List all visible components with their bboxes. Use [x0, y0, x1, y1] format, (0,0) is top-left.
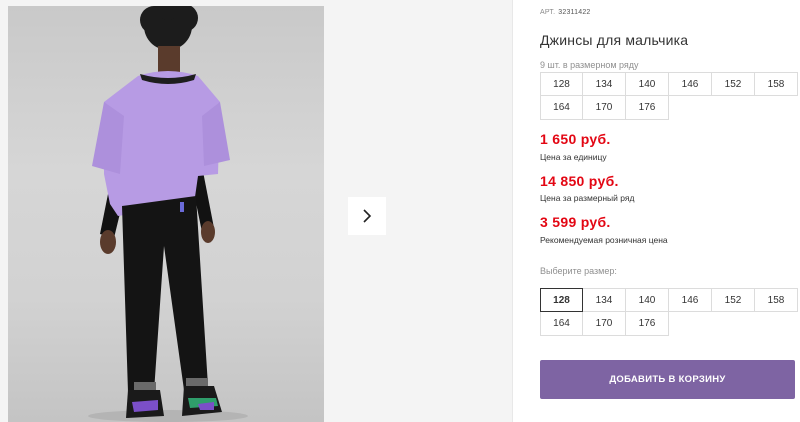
size-row-cell: 128 [540, 72, 583, 96]
sku-value: 32311422 [558, 9, 591, 16]
size-option-152[interactable]: 152 [712, 288, 755, 312]
unit-price: 1 650 руб. [540, 131, 611, 147]
size-row-cell: 158 [755, 72, 798, 96]
size-option-128[interactable]: 128 [540, 288, 583, 312]
product-photo[interactable] [8, 6, 324, 422]
size-row-cell: 152 [712, 72, 755, 96]
size-option-146[interactable]: 146 [669, 288, 712, 312]
sku-label: арт. [540, 9, 556, 16]
size-row-cell: 170 [583, 96, 626, 120]
retail-price: 3 599 руб. [540, 214, 611, 230]
boy-in-jeans-illustration [88, 6, 248, 422]
row-price: 14 850 руб. [540, 173, 619, 189]
retail-price-label: Рекомендуемая розничная цена [540, 235, 668, 245]
product-title: Джинсы для мальчика [540, 32, 689, 48]
size-option-170[interactable]: 170 [583, 312, 626, 336]
size-option-140[interactable]: 140 [626, 288, 669, 312]
add-to-cart-button[interactable]: Добавить в корзину [540, 360, 795, 399]
product-info: арт. 32311422 Джинсы для мальчика 9 шт. в… [540, 0, 800, 422]
size-option-164[interactable]: 164 [540, 312, 583, 336]
row-price-label: Цена за размерный ряд [540, 193, 635, 203]
size-option-158[interactable]: 158 [755, 288, 798, 312]
size-option-134[interactable]: 134 [583, 288, 626, 312]
size-row-grid: 128 134 140 146 152 158 164 170 176 [540, 72, 798, 120]
choose-size-label: Выберите размер: [540, 266, 617, 276]
sku: арт. 32311422 [540, 9, 591, 16]
size-row-cell: 146 [669, 72, 712, 96]
size-row-cell: 164 [540, 96, 583, 120]
size-selector: 128 134 140 146 152 158 164 170 176 [540, 288, 798, 336]
size-row-cell: 176 [626, 96, 669, 120]
size-row-cell: 134 [583, 72, 626, 96]
chevron-right-icon [363, 209, 372, 223]
size-option-176[interactable]: 176 [626, 312, 669, 336]
panel-divider [512, 0, 513, 422]
size-row-count: 9 шт. в размерном ряду [540, 60, 639, 70]
product-gallery [0, 0, 512, 422]
size-row-cell: 140 [626, 72, 669, 96]
next-image-button[interactable] [348, 197, 386, 235]
unit-price-label: Цена за единицу [540, 152, 607, 162]
